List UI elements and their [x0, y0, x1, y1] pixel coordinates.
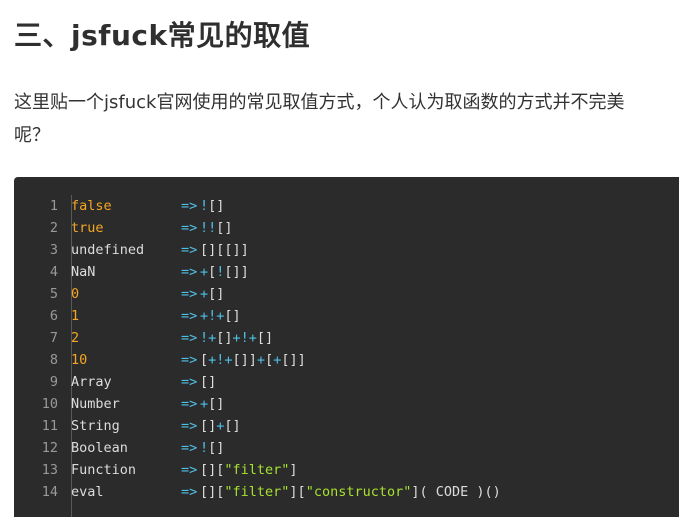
- code-token: []: [216, 220, 233, 236]
- line-number: 5: [49, 286, 58, 302]
- code-expression: []: [200, 371, 216, 393]
- code-value-name: 1: [71, 308, 80, 324]
- code-value-name: String: [71, 418, 120, 434]
- code-token: []]: [281, 352, 306, 368]
- line-number: 3: [49, 242, 58, 258]
- code-token: [][[]]: [200, 242, 249, 258]
- code-expression: []["filter"]["constructor"]( CODE )(): [200, 481, 501, 503]
- code-token: ]( CODE )(): [411, 484, 501, 500]
- code-token: []: [224, 308, 241, 324]
- line-number: 8: [49, 352, 58, 368]
- code-arrow: =>: [181, 352, 198, 368]
- line-number: 13: [41, 462, 58, 478]
- code-value-name: Function: [71, 462, 137, 478]
- code-arrow: =>: [181, 264, 198, 280]
- code-token: []: [208, 440, 225, 456]
- code-token: []]: [232, 352, 257, 368]
- section-heading: 三、jsfuck常见的取值: [14, 19, 311, 52]
- code-value-name: Array: [71, 374, 112, 390]
- code-token: []: [208, 286, 225, 302]
- intro-paragraph-line-2: 呢？: [14, 125, 50, 146]
- code-block[interactable]: 1 2 3 4 5 6 7 8 9 10 11 12 13 14 false => ![] true => !![]…: [14, 177, 679, 517]
- line-number: 14: [41, 484, 58, 500]
- code-arrow: =>: [181, 198, 198, 214]
- code-value-name: true: [71, 220, 104, 236]
- code-token: []: [224, 418, 241, 434]
- code-expression: ![]: [200, 437, 224, 459]
- code-token: ]: [289, 462, 298, 478]
- code-token: "constructor": [305, 484, 412, 500]
- line-number: 10: [41, 396, 58, 412]
- line-number: 12: [41, 440, 58, 456]
- code-value-name: Boolean: [71, 440, 128, 456]
- code-arrow: =>: [181, 330, 198, 346]
- code-token: +: [200, 264, 209, 280]
- code-token: []: [208, 396, 225, 412]
- line-number-gutter: 1 2 3 4 5 6 7 8 9 10 11 12 13 14: [14, 195, 58, 503]
- code-expression: [+!+[]]+[+[]]: [200, 349, 306, 371]
- code-token: !!: [200, 220, 217, 236]
- code-arrow: =>: [181, 396, 198, 412]
- code-token: []: [216, 330, 233, 346]
- code-value-name: 10: [71, 352, 88, 368]
- code-expression: []+[]: [200, 415, 241, 437]
- code-token: +!+: [208, 352, 233, 368]
- code-expression: +[]: [200, 393, 224, 415]
- code-arrow: =>: [181, 484, 198, 500]
- code-value-name: undefined: [71, 242, 145, 258]
- code-value-name: false: [71, 198, 112, 214]
- line-number: 11: [41, 418, 58, 434]
- code-token: [: [265, 352, 274, 368]
- code-token: []]: [224, 264, 249, 280]
- code-token: +!+: [200, 308, 225, 324]
- code-token: [: [200, 352, 209, 368]
- code-expression: +[![]]: [200, 261, 249, 283]
- intro-paragraph: 这里贴一个jsfuck官网使用的常见取值方式，个人认为取函数的方式并不完美 呢？: [14, 86, 679, 152]
- line-number: 6: [49, 308, 58, 324]
- code-expression: !+[]+!+[]: [200, 327, 273, 349]
- code-token: +: [200, 396, 209, 412]
- line-number: 1: [49, 198, 58, 214]
- code-token: []: [256, 330, 274, 346]
- code-arrow: =>: [181, 220, 198, 236]
- code-token: []: [200, 374, 217, 390]
- line-number: 7: [49, 330, 58, 346]
- code-token: +!+: [232, 330, 257, 346]
- code-value-name: eval: [71, 484, 104, 500]
- code-expression: +[]: [200, 283, 224, 305]
- code-arrow: =>: [181, 286, 198, 302]
- code-token: +: [200, 286, 209, 302]
- code-arrow: =>: [181, 242, 198, 258]
- code-expression: ![]: [200, 195, 224, 217]
- code-arrow: =>: [181, 462, 198, 478]
- line-number: 9: [49, 374, 58, 390]
- line-number: 2: [49, 220, 58, 236]
- code-value-name: 0: [71, 286, 80, 302]
- code-token: "filter": [224, 462, 290, 478]
- code-token: !+: [200, 330, 217, 346]
- code-token: [][: [200, 484, 225, 500]
- code-token: []: [208, 198, 225, 214]
- code-token: []: [200, 418, 217, 434]
- code-arrow: =>: [181, 440, 198, 456]
- code-value-name: Number: [71, 396, 120, 412]
- code-token: ][: [289, 484, 306, 500]
- code-token: [][: [200, 462, 225, 478]
- code-token: !: [200, 440, 209, 456]
- code-expression: +!+[]: [200, 305, 241, 327]
- code-expression: []["filter"]: [200, 459, 298, 481]
- code-token: !: [200, 198, 209, 214]
- line-number: 4: [49, 264, 58, 280]
- intro-paragraph-line-1: 这里贴一个jsfuck官网使用的常见取值方式，个人认为取函数的方式并不完美: [14, 92, 625, 113]
- code-value-name: NaN: [71, 264, 96, 280]
- code-token: "filter": [224, 484, 290, 500]
- code-value-name: 2: [71, 330, 80, 346]
- code-token: +: [256, 352, 266, 368]
- code-arrow: =>: [181, 308, 198, 324]
- code-arrow: =>: [181, 374, 198, 390]
- code-expression: !![]: [200, 217, 233, 239]
- code-expression: [][[]]: [200, 239, 249, 261]
- code-arrow: =>: [181, 418, 198, 434]
